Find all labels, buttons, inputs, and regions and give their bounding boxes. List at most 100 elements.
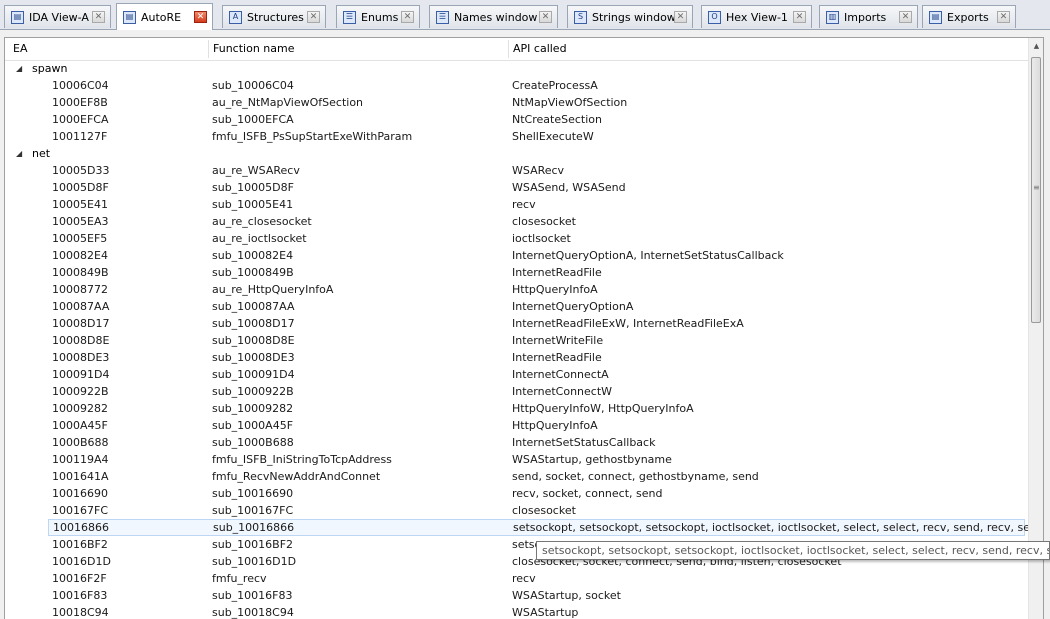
ea-cell: 10005EF5	[52, 232, 108, 245]
table-row[interactable]: 100119A4 fmfu_ISFB_IniStringToTcpAddress W…	[5, 451, 1028, 468]
api-called-cell: HttpQueryInfoA	[512, 283, 598, 296]
function-name-cell: au_re_HttpQueryInfoA	[212, 283, 334, 296]
tab-label: Enums	[361, 10, 399, 24]
tab-imports[interactable]: ▥ Imports ✕	[819, 5, 918, 28]
table-row[interactable]: 10005D33 au_re_WSARecv WSARecv	[5, 162, 1028, 179]
close-tab-icon[interactable]: ✕	[793, 11, 806, 23]
table-row[interactable]: 10005EF5 au_re_ioctlsocket ioctlsocket	[5, 230, 1028, 247]
close-tab-icon[interactable]: ✕	[194, 11, 207, 23]
scroll-up-icon[interactable]: ▲	[1029, 38, 1043, 55]
close-tab-icon[interactable]: ✕	[899, 11, 912, 23]
function-name-cell: sub_1000B688	[212, 436, 294, 449]
table-row[interactable]: 1000EF8B au_re_NtMapViewOfSection NtMapVie…	[5, 94, 1028, 111]
enums-icon: ☰	[343, 10, 356, 24]
column-divider[interactable]	[508, 40, 509, 58]
tab-exports[interactable]: ▤ Exports ✕	[922, 5, 1016, 28]
scroll-grip-icon: ≡	[1033, 183, 1040, 192]
tab-enums[interactable]: ☰ Enums ✕	[336, 5, 420, 28]
column-divider[interactable]	[208, 40, 209, 58]
ea-cell: 100087AA	[52, 300, 110, 313]
ea-cell: 10006C04	[52, 79, 109, 92]
table-row[interactable]: 1000922B sub_1000922B InternetConnectW	[5, 383, 1028, 400]
api-called-cell: send, socket, connect, gethostbyname, se…	[512, 470, 759, 483]
ea-cell: 1000849B	[52, 266, 109, 279]
table-row[interactable]: 10005E41 sub_10005E41 recv	[5, 196, 1028, 213]
table-row[interactable]: 100087AA sub_100087AA InternetQueryOptionA	[5, 298, 1028, 315]
table-row[interactable]: 10006C04 sub_10006C04 CreateProcessA	[5, 77, 1028, 94]
api-called-cell: WSAStartup	[512, 606, 579, 619]
function-name-cell: au_re_closesocket	[212, 215, 312, 228]
close-tab-icon[interactable]: ✕	[92, 11, 105, 23]
api-called-cell: NtMapViewOfSection	[512, 96, 628, 109]
ea-cell: 1000A45F	[52, 419, 108, 432]
table-row[interactable]: 1001127F fmfu_ISFB_PsSupStartExeWithParam…	[5, 128, 1028, 145]
autore-icon: ▤	[123, 10, 136, 24]
table-row[interactable]: 10005EA3 au_re_closesocket closesocket	[5, 213, 1028, 230]
tab-hex-view-1[interactable]: O Hex View-1 ✕	[701, 5, 812, 28]
function-name-cell: sub_10009282	[212, 402, 294, 415]
table-row[interactable]: 1000A45F sub_1000A45F HttpQueryInfoA	[5, 417, 1028, 434]
function-name-cell: fmfu_recv	[212, 572, 267, 585]
table-row[interactable]: 1000849B sub_1000849B InternetReadFile	[5, 264, 1028, 281]
close-tab-icon[interactable]: ✕	[401, 11, 414, 23]
table-row[interactable]: 10009282 sub_10009282 HttpQueryInfoW, Http…	[5, 400, 1028, 417]
table-row[interactable]: 10016690 sub_10016690 recv, socket, connec…	[5, 485, 1028, 502]
api-called-cell: recv	[512, 572, 536, 585]
table-row[interactable]: 10018C94 sub_10018C94 WSAStartup	[5, 604, 1028, 619]
column-header-ea[interactable]: EA	[13, 38, 27, 60]
ea-cell: 10016866	[53, 521, 109, 534]
ea-cell: 10016F83	[52, 589, 108, 602]
close-tab-icon[interactable]: ✕	[674, 11, 687, 23]
table-row[interactable]: 1001641A fmfu_RecvNewAddrAndConnet send, s…	[5, 468, 1028, 485]
collapse-arrow-icon[interactable]: ◢	[16, 60, 22, 77]
api-called-cell: closesocket	[512, 504, 576, 517]
function-name-cell: sub_1000EFCA	[212, 113, 294, 126]
ea-cell: 10008DE3	[52, 351, 110, 364]
group-row-spawn[interactable]: ◢ spawn	[5, 60, 1028, 77]
table-row[interactable]: 100167FC sub_100167FC closesocket	[5, 502, 1028, 519]
table-row[interactable]: 10005D8F sub_10005D8F WSASend, WSASend	[5, 179, 1028, 196]
tab-names-window[interactable]: ☰ Names window ✕	[429, 5, 558, 28]
api-called-cell: InternetConnectW	[512, 385, 613, 398]
api-called-cell: InternetReadFileExW, InternetReadFileExA	[512, 317, 744, 330]
table-row[interactable]: 1000EFCA sub_1000EFCA NtCreateSection	[5, 111, 1028, 128]
ea-cell: 100167FC	[52, 504, 108, 517]
close-tab-icon[interactable]: ✕	[307, 11, 320, 23]
collapse-arrow-icon[interactable]: ◢	[16, 145, 22, 162]
api-called-cell: InternetSetStatusCallback	[512, 436, 656, 449]
table-row[interactable]: 1000B688 sub_1000B688 InternetSetStatusCal…	[5, 434, 1028, 451]
table-row[interactable]: 10016F83 sub_10016F83 WSAStartup, socket	[5, 587, 1028, 604]
tab-label: Strings window	[592, 10, 676, 24]
tab-ida-view-a[interactable]: ▤ IDA View-A ✕	[4, 5, 111, 28]
table-row[interactable]: 10008D8E sub_10008D8E InternetWriteFile	[5, 332, 1028, 349]
table-row[interactable]: 10008D17 sub_10008D17 InternetReadFileExW,…	[5, 315, 1028, 332]
table-row[interactable]: 10008772 au_re_HttpQueryInfoA HttpQueryInf…	[5, 281, 1028, 298]
tab-structures[interactable]: A Structures ✕	[222, 5, 326, 28]
scrollbar-thumb[interactable]: ≡	[1031, 57, 1041, 323]
table-row[interactable]: 10016F2F fmfu_recv recv	[5, 570, 1028, 587]
ida-view-icon: ▤	[11, 10, 24, 24]
vertical-scrollbar[interactable]: ▲ ≡	[1028, 38, 1043, 619]
api-called-cell: WSAStartup, gethostbyname	[512, 453, 672, 466]
api-called-cell: InternetQueryOptionA, InternetSetStatusC…	[512, 249, 784, 262]
table-header: EA Function name API called	[5, 38, 1028, 61]
function-name-cell: sub_10018C94	[212, 606, 294, 619]
group-row-net[interactable]: ◢ net	[5, 145, 1028, 162]
column-header-function-name[interactable]: Function name	[213, 38, 294, 60]
close-tab-icon[interactable]: ✕	[997, 11, 1010, 23]
tab-strings-window[interactable]: S Strings window ✕	[567, 5, 693, 28]
table-row[interactable]: 100091D4 sub_100091D4 InternetConnectA	[5, 366, 1028, 383]
column-header-api-called[interactable]: API called	[513, 38, 567, 60]
function-name-cell: au_re_ioctlsocket	[212, 232, 307, 245]
close-tab-icon[interactable]: ✕	[539, 11, 552, 23]
api-called-cell: CreateProcessA	[512, 79, 598, 92]
api-called-cell: InternetQueryOptionA	[512, 300, 634, 313]
ea-cell: 100082E4	[52, 249, 108, 262]
tab-autore[interactable]: ▤ AutoRE ✕	[116, 3, 213, 30]
table-row[interactable]: 100082E4 sub_100082E4 InternetQueryOptionA…	[5, 247, 1028, 264]
table-row[interactable]: 10016866 sub_10016866 setsockopt, setsocko…	[48, 519, 1043, 536]
table-row[interactable]: 10008DE3 sub_10008DE3 InternetReadFile	[5, 349, 1028, 366]
tab-label: Imports	[844, 10, 887, 24]
function-name-cell: sub_100087AA	[212, 300, 295, 313]
api-called-cell: WSARecv	[512, 164, 565, 177]
